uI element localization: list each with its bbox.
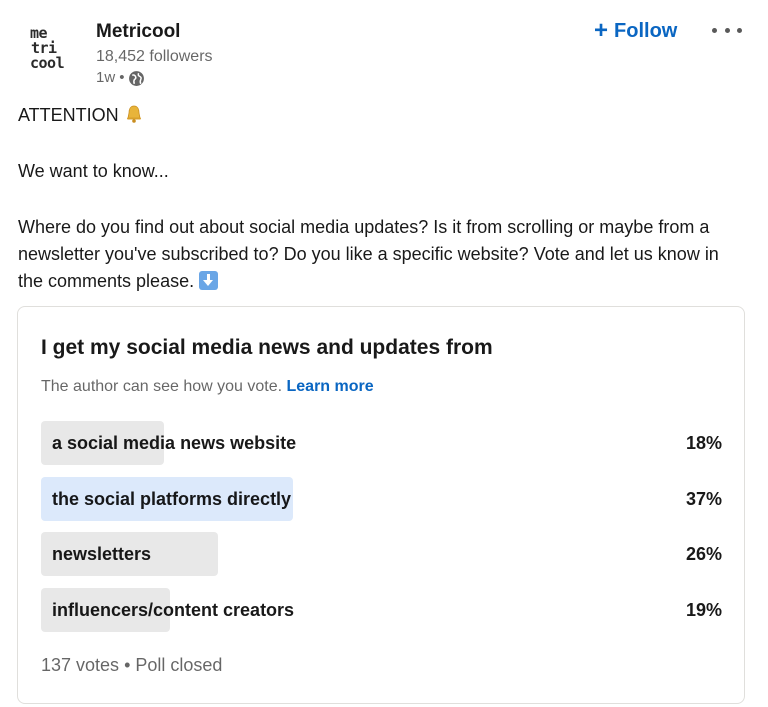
poll-option[interactable]: the social platforms directly 37% — [41, 477, 722, 521]
post-text-intro: We want to know... — [18, 161, 169, 181]
poll-option-percent: 26% — [685, 544, 722, 564]
poll-option-percent: 18% — [685, 433, 722, 453]
poll-votes[interactable]: 137 votes — [41, 655, 119, 675]
follow-button[interactable]: + Follow — [594, 17, 677, 45]
author-followers: 18,452 followers — [96, 48, 213, 65]
poll-question: I get my social media news and updates f… — [41, 336, 493, 359]
post-author: Metricool 18,452 followers 1w • — [96, 20, 213, 88]
poll-privacy-note: The author can see how you vote. Learn m… — [41, 378, 374, 396]
post-text-attention: ATTENTION — [18, 102, 738, 129]
post-card: me tri cool Metricool 18,452 followers 1… — [0, 0, 768, 707]
poll: I get my social media news and updates f… — [17, 306, 745, 704]
footer-separator: • — [124, 655, 131, 675]
poll-option-percent: 37% — [685, 489, 722, 509]
author-name[interactable]: Metricool — [96, 20, 213, 44]
poll-option[interactable]: influencers/content creators 19% — [41, 588, 722, 632]
ellipsis-icon — [724, 27, 730, 33]
poll-option[interactable]: a social media news website 18% — [41, 421, 722, 465]
follow-label: Follow — [614, 19, 678, 42]
poll-footer: 137 votes • Poll closed — [41, 655, 222, 676]
poll-option[interactable]: newsletters 26% — [41, 532, 722, 576]
logo-line-3: cool — [30, 54, 65, 72]
poll-option-percent: 19% — [685, 600, 722, 620]
learn-more-link[interactable]: Learn more — [287, 378, 374, 395]
post-body-text: Where do you find out about social media… — [18, 217, 719, 291]
down-arrow-emoji-icon — [199, 271, 219, 290]
poll-option-label: the social platforms directly — [52, 489, 292, 509]
plus-icon: + — [594, 17, 609, 44]
ellipsis-icon — [737, 27, 742, 33]
bell-emoji-icon — [126, 105, 141, 123]
poll-option-label: a social media news website — [52, 433, 297, 453]
post-text-body: Where do you find out about social media… — [18, 214, 738, 295]
poll-option-label: newsletters — [52, 544, 152, 564]
post-time: 1w — [96, 69, 116, 86]
attention-text: ATTENTION — [18, 105, 119, 125]
globe-icon — [129, 70, 145, 86]
company-logo[interactable]: me tri cool — [30, 26, 76, 71]
post-meta: 1w • — [96, 68, 213, 88]
poll-option-label: influencers/content creators — [52, 600, 295, 620]
poll-status: Poll closed — [135, 655, 223, 675]
meta-separator: • — [119, 69, 125, 86]
ellipsis-icon — [712, 27, 717, 33]
more-options-button[interactable] — [712, 20, 742, 40]
poll-note-text: The author can see how you vote. — [41, 378, 283, 395]
